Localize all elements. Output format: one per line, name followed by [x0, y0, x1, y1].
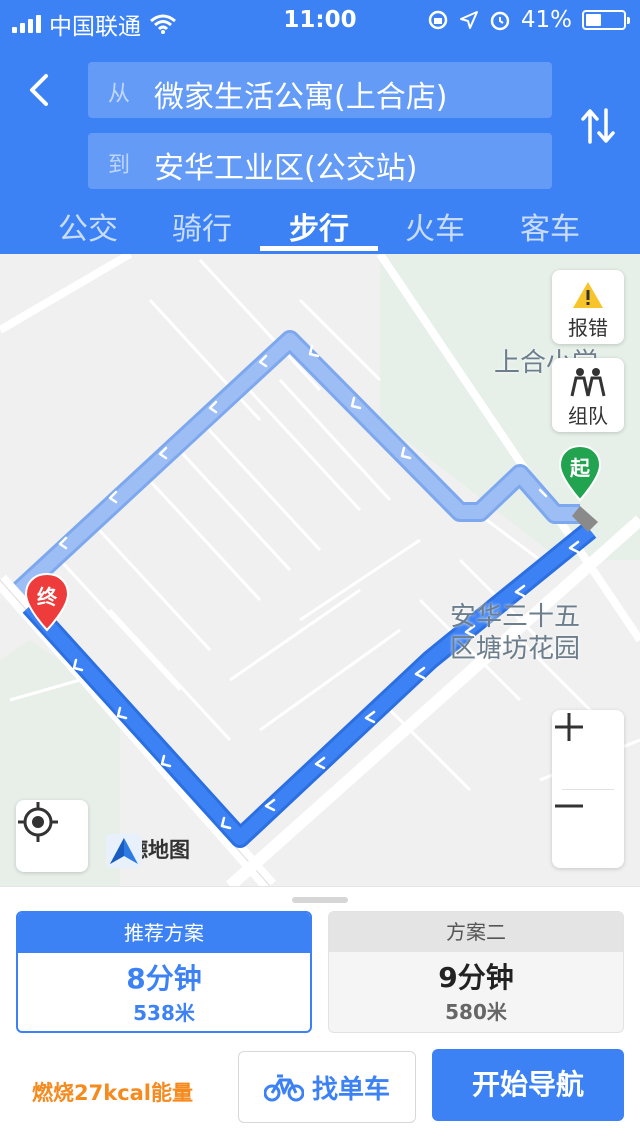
- rotation-lock-icon: [428, 10, 448, 30]
- zoom-out-button[interactable]: [552, 789, 624, 868]
- tab-bus[interactable]: 公交: [50, 204, 126, 248]
- locate-button[interactable]: [16, 800, 88, 872]
- tab-underline: [260, 246, 378, 251]
- drag-handle[interactable]: [292, 897, 348, 903]
- find-bike-button[interactable]: 找单车: [238, 1051, 416, 1123]
- plan-two-distance: 580米: [445, 1000, 507, 1024]
- status-bar: 中国联通 11:00 41%: [0, 0, 640, 40]
- origin-field[interactable]: 从 微家生活公寓(上合店): [88, 62, 552, 118]
- tab-train[interactable]: 火车: [397, 204, 473, 248]
- tab-cycling[interactable]: 骑行: [164, 204, 240, 248]
- plan-recommended-distance: 538米: [133, 1001, 195, 1025]
- map-brand: 高德地图: [106, 834, 190, 868]
- origin-prefix: 从: [108, 82, 131, 107]
- tab-walking[interactable]: 步行: [281, 204, 357, 248]
- plan-two[interactable]: 方案二 9分钟 580米: [328, 911, 624, 1033]
- amap-logo-icon: [106, 834, 142, 868]
- start-marker[interactable]: 起: [556, 444, 604, 504]
- battery-icon: [582, 10, 630, 30]
- team-label: 组队: [568, 404, 608, 428]
- end-marker[interactable]: 终: [22, 572, 72, 634]
- battery-fill: [586, 14, 601, 26]
- back-icon[interactable]: [20, 70, 60, 110]
- team-button[interactable]: 组队: [552, 358, 624, 432]
- plan-recommended[interactable]: 推荐方案 8分钟 538米: [16, 911, 312, 1033]
- start-label: 起: [570, 456, 590, 480]
- calorie-text: 燃烧27kcal能量: [32, 1081, 194, 1105]
- crosshair-icon: [18, 802, 58, 842]
- battery-percent: 41%: [520, 7, 572, 33]
- report-error-label: 报错: [568, 316, 608, 340]
- find-bike-label: 找单车: [311, 1074, 390, 1105]
- poi-garden-line2[interactable]: 区塘坊花园: [450, 628, 580, 665]
- plan-recommended-time: 8分钟: [126, 962, 202, 995]
- start-navigation-button[interactable]: 开始导航: [432, 1049, 624, 1121]
- minus-icon: [555, 804, 583, 808]
- zoom-in-button[interactable]: [552, 710, 624, 789]
- alarm-icon: [490, 11, 510, 31]
- location-arrow-icon: [459, 11, 478, 29]
- swap-icon[interactable]: [578, 104, 618, 148]
- tab-coach[interactable]: 客车: [512, 204, 588, 248]
- destination-prefix: 到: [108, 153, 131, 178]
- bicycle-icon: [263, 1074, 304, 1102]
- destination-field[interactable]: 到 安华工业区(公交站): [88, 133, 552, 189]
- team-icon: [570, 368, 606, 397]
- map-view[interactable]: 上合小学 安华三十五 区塘坊花园 起 终 报错 组队 高德地图: [0, 254, 640, 886]
- top-bar: 中国联通 11:00 41% 从 微家生活公寓(上合店) 到 安华工业区(公交站…: [0, 0, 640, 254]
- plan-recommended-head: 推荐方案: [18, 913, 310, 953]
- plan-two-time: 9分钟: [438, 961, 514, 994]
- plan-two-head: 方案二: [329, 912, 623, 952]
- destination-text: 安华工业区(公交站): [154, 151, 418, 186]
- plus-icon: [555, 713, 583, 741]
- route-panel: 推荐方案 8分钟 538米 方案二 9分钟 580米 燃烧27kcal能量 找单…: [0, 886, 640, 1137]
- warning-icon: [573, 282, 603, 308]
- origin-text: 微家生活公寓(上合店): [154, 80, 448, 115]
- end-label: 终: [37, 585, 57, 609]
- zoom-control: [552, 710, 624, 868]
- report-error-button[interactable]: 报错: [552, 270, 624, 344]
